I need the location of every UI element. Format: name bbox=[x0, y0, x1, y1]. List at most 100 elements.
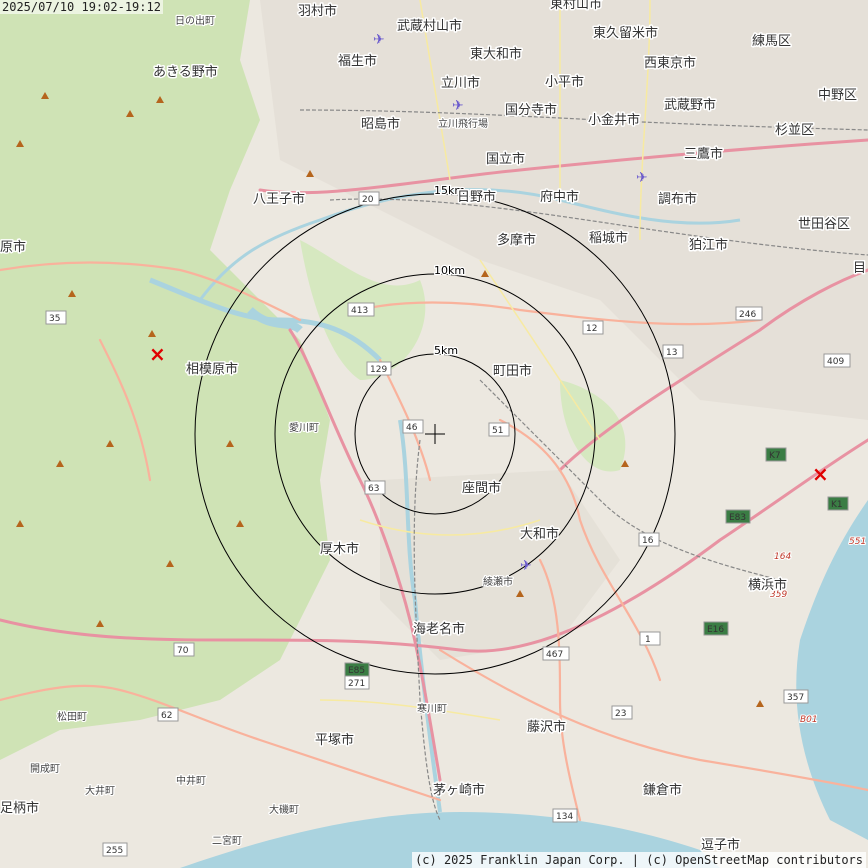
place-label: 愛川町 bbox=[289, 421, 319, 434]
route-shield: 62 bbox=[157, 707, 179, 722]
route-shield: 35 bbox=[45, 310, 67, 325]
place-label: 立川飛行場 bbox=[438, 117, 488, 130]
svg-text:23: 23 bbox=[615, 709, 626, 719]
place-label: 昭島市 bbox=[361, 116, 400, 132]
place-label: 東村山市 bbox=[550, 0, 602, 12]
svg-text:35: 35 bbox=[49, 314, 60, 324]
route-shield: K1 bbox=[827, 496, 849, 511]
place-label: 府中市 bbox=[540, 189, 579, 205]
svg-text:51: 51 bbox=[492, 426, 503, 436]
place-label: 狛江市 bbox=[689, 237, 728, 253]
svg-text:129: 129 bbox=[370, 365, 387, 375]
place-label: 日の出町 bbox=[175, 14, 215, 27]
svg-text:16: 16 bbox=[642, 536, 654, 546]
epicenter-marker-east: × bbox=[812, 462, 829, 486]
place-label: 福生市 bbox=[338, 53, 377, 69]
svg-text:20: 20 bbox=[362, 195, 374, 205]
svg-text:164: 164 bbox=[774, 552, 791, 562]
place-label: 三鷹市 bbox=[684, 146, 723, 162]
route-shield: 12 bbox=[582, 320, 604, 335]
svg-text:63: 63 bbox=[368, 484, 379, 494]
airport-icon: ✈ bbox=[373, 32, 385, 48]
place-label: 松田町 bbox=[57, 710, 87, 723]
place-label: 寒川町 bbox=[417, 702, 447, 715]
route-shield: 20 bbox=[358, 191, 380, 206]
place-label: 鎌倉市 bbox=[643, 782, 682, 798]
route-shield: 467 bbox=[542, 646, 570, 661]
svg-text:46: 46 bbox=[406, 423, 418, 433]
place-label: 相模原市 bbox=[186, 361, 238, 377]
place-label: 茅ヶ崎市 bbox=[433, 782, 485, 798]
svg-text:271: 271 bbox=[348, 679, 365, 689]
svg-text:551: 551 bbox=[849, 537, 866, 547]
place-label: 平塚市 bbox=[315, 732, 354, 748]
place-label: 目 bbox=[853, 261, 866, 276]
svg-text:E16: E16 bbox=[707, 625, 724, 635]
place-label: 綾瀬市 bbox=[483, 575, 513, 588]
svg-text:13: 13 bbox=[666, 348, 677, 358]
place-label: 東久留米市 bbox=[593, 25, 658, 41]
place-label: 海老名市 bbox=[413, 621, 465, 637]
place-label: 羽村市 bbox=[298, 3, 337, 19]
place-label: 稲城市 bbox=[589, 230, 628, 246]
route-shield: E83 bbox=[725, 509, 751, 524]
place-label: 小金井市 bbox=[588, 112, 640, 128]
place-label: 横浜市 bbox=[748, 577, 787, 593]
place-label: 藤沢市 bbox=[527, 719, 566, 735]
place-label: 日野市 bbox=[457, 189, 496, 205]
place-label: 厚木市 bbox=[320, 541, 359, 557]
ring-5km-label: 5km bbox=[434, 344, 458, 357]
place-label: 国立市 bbox=[486, 151, 525, 167]
airport-icon: ✈ bbox=[636, 170, 648, 186]
route-shield: 246 bbox=[735, 306, 763, 321]
route-shield: 357 bbox=[783, 689, 809, 704]
svg-text:E85: E85 bbox=[348, 666, 365, 676]
place-label: 開成町 bbox=[30, 763, 60, 775]
place-label: 座間市 bbox=[462, 480, 501, 496]
attribution-label: (c) 2025 Franklin Japan Corp. | (c) Open… bbox=[412, 852, 866, 868]
svg-text:E83: E83 bbox=[729, 513, 746, 523]
airport-icon: ✈ bbox=[520, 558, 532, 574]
route-shield: 23 bbox=[611, 705, 633, 720]
route-shield: 16 bbox=[638, 532, 660, 547]
place-label: 多摩市 bbox=[497, 232, 536, 248]
svg-text:413: 413 bbox=[351, 306, 368, 316]
route-shield: 134 bbox=[552, 808, 578, 823]
map-canvas[interactable]: 5km 10km 15km ✈ ✈ ✈ ✈ 20 35 413 129 46 5… bbox=[0, 0, 868, 868]
place-label: 世田谷区 bbox=[798, 217, 850, 232]
place-label: 西東京市 bbox=[644, 55, 696, 71]
route-shield: 51 bbox=[488, 422, 510, 437]
place-label: 立川市 bbox=[441, 75, 480, 91]
route-shield: 63 bbox=[364, 480, 386, 495]
svg-text:62: 62 bbox=[161, 711, 172, 721]
place-label: 国分寺市 bbox=[505, 102, 557, 118]
route-shield: 271 bbox=[344, 675, 370, 690]
place-label: 町田市 bbox=[493, 363, 532, 379]
place-label: 大磯町 bbox=[269, 803, 299, 816]
airport-icon: ✈ bbox=[452, 98, 464, 114]
place-label: 武蔵村山市 bbox=[397, 18, 462, 34]
epicenter-marker-west: × bbox=[149, 342, 166, 366]
route-shield: 13 bbox=[662, 344, 684, 359]
ring-10km-label: 10km bbox=[434, 264, 465, 277]
svg-text:134: 134 bbox=[556, 812, 573, 822]
place-label: 中野区 bbox=[818, 88, 857, 103]
svg-text:B01: B01 bbox=[800, 715, 818, 725]
place-label: 大井町 bbox=[85, 784, 115, 797]
route-shield: 255 bbox=[102, 842, 128, 857]
place-label: 武蔵野市 bbox=[664, 97, 716, 113]
svg-text:255: 255 bbox=[106, 846, 123, 856]
svg-text:409: 409 bbox=[827, 357, 844, 367]
route-shield: 70 bbox=[173, 642, 195, 657]
route-shield: 413 bbox=[347, 302, 375, 317]
svg-text:467: 467 bbox=[546, 650, 563, 660]
place-label: 練馬区 bbox=[752, 34, 791, 49]
svg-text:246: 246 bbox=[739, 310, 756, 320]
place-label: 東大和市 bbox=[470, 46, 522, 62]
route-shield: 1 bbox=[639, 631, 661, 646]
place-label: 大和市 bbox=[520, 526, 559, 542]
place-label: 原市 bbox=[0, 239, 26, 255]
svg-text:1: 1 bbox=[645, 635, 651, 645]
place-label: 足柄市 bbox=[0, 800, 39, 816]
route-shield: E16 bbox=[703, 621, 729, 636]
